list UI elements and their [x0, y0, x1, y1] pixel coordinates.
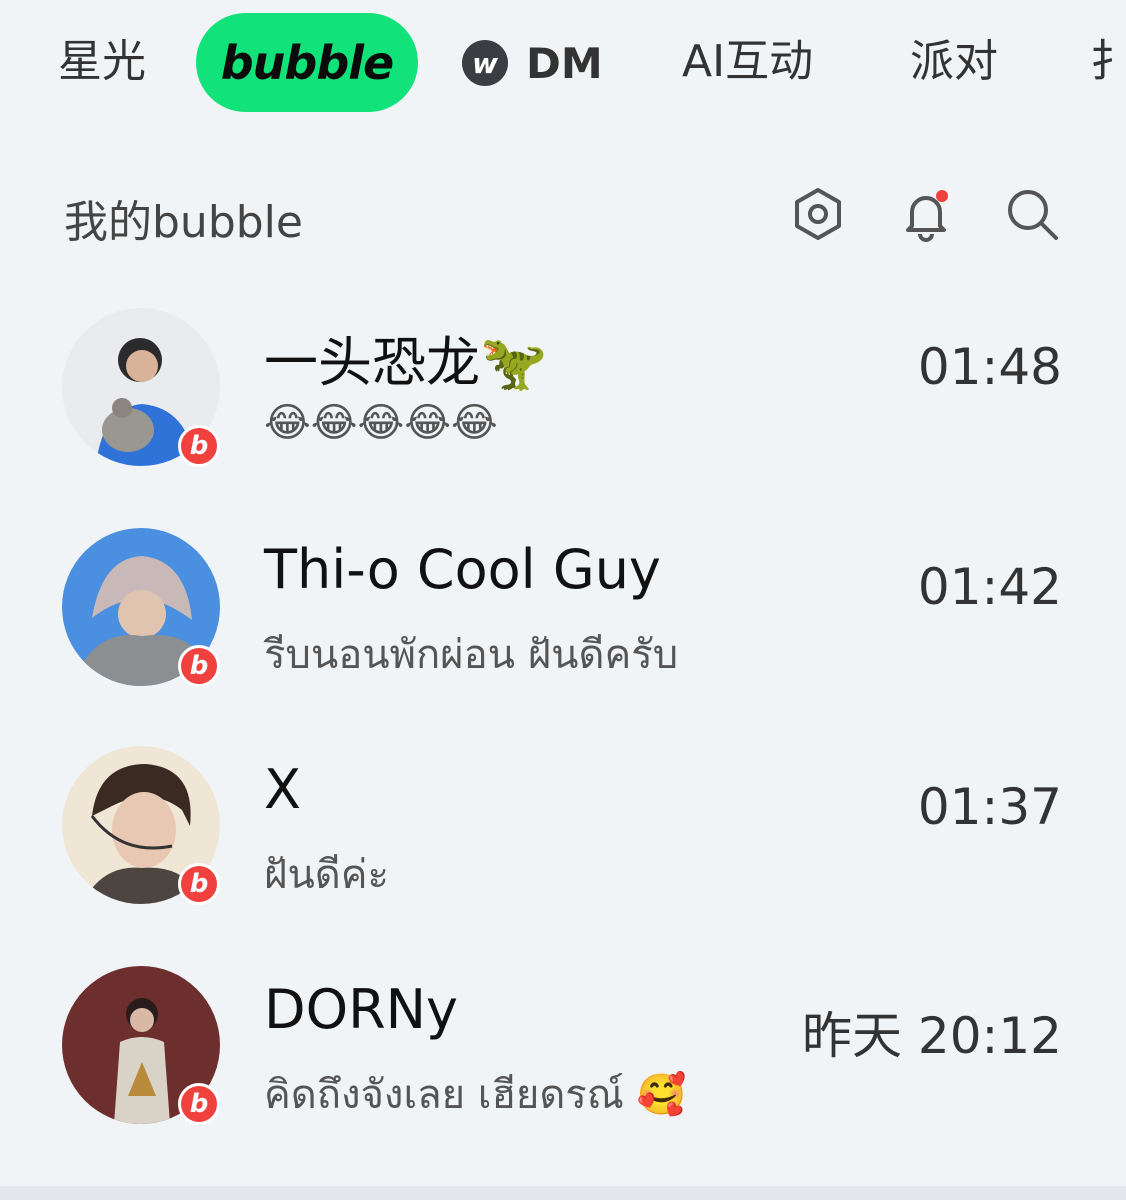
notification-dot	[936, 190, 948, 202]
bubble-badge-icon: b	[178, 1083, 220, 1125]
search-icon[interactable]	[1004, 186, 1060, 242]
chat-message: 😂😂😂😂😂	[264, 400, 498, 446]
app-root: 星光 bubble w DM AI互动 派对 扌 我的bubble b 一头恐龙…	[0, 0, 1126, 1200]
chat-row[interactable]: b DORNy คิดถึงจังเลย เฮียดรณ์ 🥰 昨天 20:12	[0, 960, 1126, 1160]
chat-name: X	[264, 758, 301, 821]
chat-message: ฝันดีค่ะ	[264, 852, 389, 898]
tab-party[interactable]: 派对	[910, 30, 998, 94]
chat-time: 01:48	[917, 338, 1062, 396]
bubble-badge-icon: b	[178, 863, 220, 905]
chat-row[interactable]: b X ฝันดีค่ะ 01:37	[0, 740, 1126, 940]
chat-message: รีบนอนพักผ่อน ฝันดีครับ	[264, 632, 679, 678]
settings-hex-icon[interactable]	[790, 186, 846, 242]
weverse-logo-icon: w	[462, 40, 508, 86]
bubble-badge-icon: b	[178, 645, 220, 687]
chat-time: 01:37	[917, 778, 1062, 836]
tab-dm-label: DM	[526, 38, 603, 88]
bubble-badge-icon: b	[178, 425, 220, 467]
bottom-divider	[0, 1186, 1126, 1200]
chat-time: 昨天 20:12	[802, 1007, 1062, 1065]
chat-row[interactable]: b 一头恐龙🦖 😂😂😂😂😂 01:48	[0, 300, 1126, 500]
page-title: 我的bubble	[64, 197, 303, 248]
tab-dm[interactable]: w DM	[462, 36, 603, 90]
bell-icon[interactable]	[898, 186, 954, 242]
top-tab-bar: 星光 bubble w DM AI互动 派对 扌	[0, 0, 1126, 125]
chat-row[interactable]: b Thi-o Cool Guy รีบนอนพักผ่อน ฝันดีครับ…	[0, 520, 1126, 720]
tab-xingguang[interactable]: 星光	[58, 30, 146, 94]
tab-bubble-label: bubble	[220, 35, 394, 90]
chat-name: 一头恐龙🦖	[264, 331, 548, 394]
tab-ai[interactable]: AI互动	[682, 30, 813, 94]
chat-name: DORNy	[264, 978, 458, 1041]
chat-time: 01:42	[917, 558, 1062, 616]
chat-name: Thi-o Cool Guy	[264, 538, 661, 601]
tab-overflow[interactable]: 扌	[1090, 30, 1126, 94]
chat-message: คิดถึงจังเลย เฮียดรณ์ 🥰	[264, 1072, 687, 1118]
tab-bubble[interactable]: bubble	[196, 13, 418, 112]
